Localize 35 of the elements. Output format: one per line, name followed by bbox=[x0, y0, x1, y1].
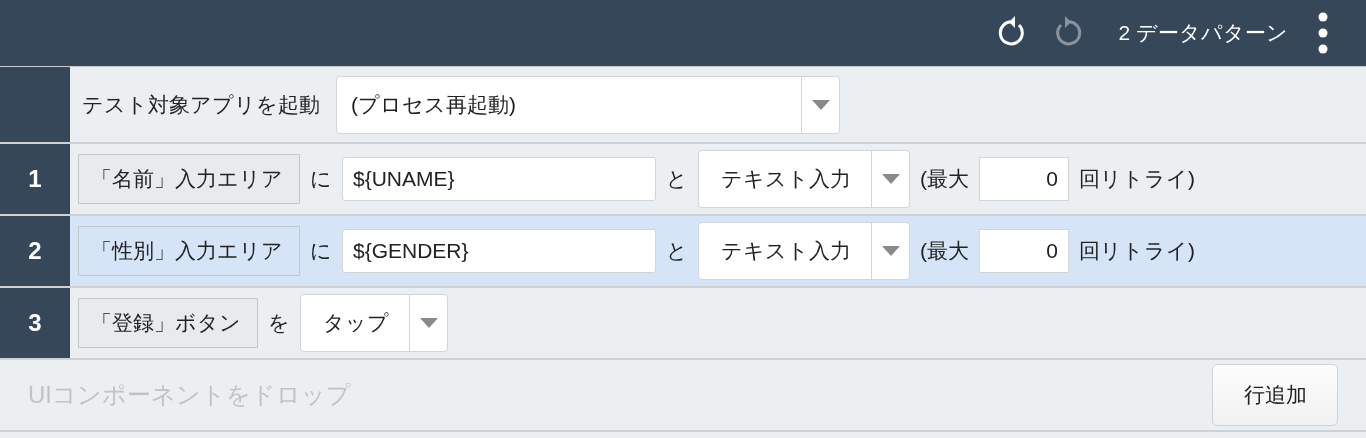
retry-count-field[interactable]: 0 bbox=[979, 157, 1069, 201]
caret-icon[interactable] bbox=[419, 318, 438, 328]
row-number: 1 bbox=[0, 144, 70, 214]
caret-icon[interactable] bbox=[881, 246, 900, 256]
ui-element-chip[interactable]: 「登録」ボタン bbox=[78, 298, 258, 348]
particle-text: に bbox=[310, 238, 332, 264]
retry-label: 回リトライ) bbox=[1079, 238, 1195, 264]
retry-label: 回リトライ) bbox=[1079, 166, 1195, 192]
action-select[interactable]: タップ bbox=[300, 294, 448, 352]
more-icon[interactable] bbox=[1318, 12, 1328, 54]
caret-icon[interactable] bbox=[881, 174, 900, 184]
particle-text: と bbox=[666, 238, 688, 264]
value-field[interactable]: ${UNAME} bbox=[342, 157, 656, 201]
step-row[interactable]: 2 「性別」入力エリア に ${GENDER} と テキスト入力 (最大 0 回リトライ) bbox=[0, 216, 1366, 288]
retry-count-field[interactable]: 0 bbox=[979, 229, 1069, 273]
ui-element-chip[interactable]: 「性別」入力エリア bbox=[78, 226, 300, 276]
pattern-count[interactable]: 2 データパターン bbox=[1118, 19, 1288, 47]
action-select[interactable]: テキスト入力 bbox=[698, 222, 910, 280]
ui-element-chip[interactable]: 「名前」入力エリア bbox=[78, 154, 300, 204]
add-row-button[interactable]: 行追加 bbox=[1212, 364, 1338, 426]
retry-label: (最大 bbox=[920, 166, 969, 192]
action-select[interactable]: テキスト入力 bbox=[698, 150, 910, 208]
row-number: 2 bbox=[0, 216, 70, 286]
particle-text: と bbox=[666, 166, 688, 192]
particle-text: に bbox=[310, 166, 332, 192]
app-select[interactable]: (プロセス再起動) bbox=[336, 75, 840, 134]
step-label: テスト対象アプリを起動 bbox=[82, 91, 320, 118]
step-row[interactable]: 1 「名前」入力エリア に ${UNAME} と テキスト入力 (最大 0 回リトライ) bbox=[0, 144, 1366, 216]
row-number: 3 bbox=[0, 288, 70, 358]
value-field[interactable]: ${GENDER} bbox=[342, 229, 656, 273]
step-row[interactable]: テスト対象アプリを起動 (プロセス再起動) bbox=[0, 67, 1366, 144]
caret-icon[interactable] bbox=[811, 99, 830, 110]
retry-label: (最大 bbox=[920, 238, 969, 264]
step-row[interactable]: 3 「登録」ボタン を タップ bbox=[0, 288, 1366, 360]
particle-text: を bbox=[268, 310, 290, 336]
